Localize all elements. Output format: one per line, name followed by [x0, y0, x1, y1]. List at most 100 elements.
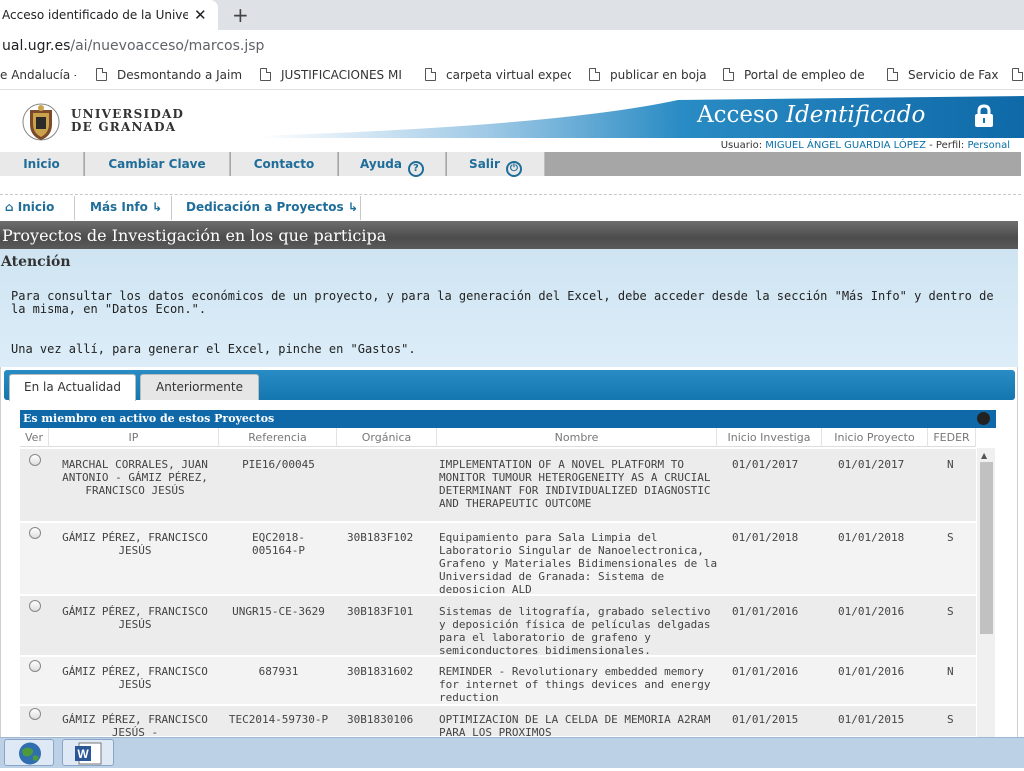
page-icon: [887, 68, 898, 81]
cell-nombre: OPTIMIZACION DE LA CELDA DE MEMORIA A2RA…: [439, 713, 711, 737]
page-icon: [96, 68, 107, 81]
bookmark-item[interactable]: Desmontando a Jaime: [96, 68, 242, 82]
globe-icon[interactable]: [4, 739, 54, 766]
notice-text: Una vez allí, para generar el Excel, pin…: [11, 342, 416, 356]
address-bar[interactable]: ual.ugr.es/ai/nuevoacceso/marcos.jsp: [0, 30, 1024, 62]
cell-inicio-proyecto: 01/01/2016: [838, 605, 905, 618]
cell-referencia: PIE16/00045: [242, 458, 315, 471]
col-referencia[interactable]: Referencia: [219, 428, 337, 447]
url-path: /ai/nuevoacceso/marcos.jsp: [70, 38, 265, 54]
cell-feder: N: [947, 458, 954, 471]
col-organica[interactable]: Orgánica: [337, 428, 437, 447]
notice-heading: Atención: [1, 254, 71, 270]
cell-feder: S: [947, 605, 954, 618]
breadcrumb-mas-info[interactable]: Más Info ↳: [76, 196, 172, 220]
bookmark-item[interactable]: e Andalucía -: [0, 68, 76, 82]
cell-referencia: TEC2014-59730-P: [228, 713, 329, 726]
svg-text:W: W: [77, 747, 89, 761]
menu-ayuda[interactable]: Ayuda?: [339, 152, 446, 177]
home-icon: ⌂: [5, 200, 14, 214]
cell-inicio-investiga: 01/01/2015: [732, 713, 799, 726]
help-icon: ?: [407, 161, 424, 177]
page-header-title: Acceso Identificado: [697, 102, 926, 128]
bookmark-item[interactable]: carpeta virtual expedi: [425, 68, 571, 82]
scrollbar-thumb[interactable]: [980, 462, 993, 634]
return-arrow-icon: ↳: [347, 200, 358, 214]
close-tab-icon[interactable]: ✕: [194, 6, 207, 24]
menu-cambiar-clave[interactable]: Cambiar Clave: [85, 152, 230, 176]
cell-feder: S: [947, 713, 954, 726]
lock-icon: [975, 104, 993, 127]
menu-inicio[interactable]: Inicio: [0, 152, 84, 176]
cell-feder: N: [947, 665, 954, 678]
cell-nombre: REMINDER - Revolutionary embedded memory…: [439, 665, 711, 703]
col-feder[interactable]: FEDER: [928, 428, 976, 447]
url-domain: ual.ugr.es: [2, 38, 71, 54]
browser-tab[interactable]: Acceso identificado de la Universidad de…: [0, 0, 218, 30]
cell-ip: GÁMIZ PÉREZ, FRANCISCO JESÚS -: [62, 713, 208, 737]
col-nombre[interactable]: Nombre: [437, 428, 717, 447]
cell-referencia: UNGR15-CE-3629: [232, 605, 325, 618]
col-inicio-proyecto[interactable]: Inicio Proyecto: [822, 428, 928, 447]
bookmark-item[interactable]: JUSTIFICACIONES MI: [260, 68, 406, 82]
cell-ip: GÁMIZ PÉREZ, FRANCISCO JESÚS: [62, 665, 208, 691]
row-select-radio[interactable]: [29, 454, 41, 466]
new-tab-icon[interactable]: +: [232, 3, 249, 27]
browser-tab-title: Acceso identificado de la Universidad de…: [2, 8, 188, 22]
cell-ip: MARCHAL CORRALES, JUAN ANTONIO - GÁMIZ P…: [62, 458, 208, 497]
col-inicio-investiga[interactable]: Inicio Investiga: [717, 428, 822, 447]
row-select-radio[interactable]: [29, 660, 41, 672]
notice-text: Para consultar los datos económicos de u…: [11, 289, 994, 316]
breadcrumb-inicio[interactable]: ⌂ Inicio: [0, 196, 75, 220]
cell-inicio-proyecto: 01/01/2018: [838, 531, 905, 544]
word-icon[interactable]: W: [62, 739, 114, 766]
cell-inicio-investiga: 01/01/2018: [732, 531, 799, 544]
menu-contacto[interactable]: Contacto: [231, 152, 338, 176]
user-info: Usuario: MIGUEL ÁNGEL GUARDIA LÓPEZ - Pe…: [720, 140, 1010, 151]
bookmark-item[interactable]: [1012, 68, 1024, 82]
cell-organica: 30B183F102: [347, 531, 414, 544]
tab-anteriormente[interactable]: Anteriormente: [140, 374, 259, 400]
tab-en-la-actualidad[interactable]: En la Actualidad: [9, 374, 136, 401]
taskbar: [0, 737, 1024, 768]
cell-organica: 30B183F101: [347, 605, 414, 618]
cell-organica: 30B1831602: [347, 665, 414, 678]
col-ver[interactable]: Ver: [20, 428, 49, 447]
profile-value[interactable]: Personal: [967, 140, 1010, 151]
row-select-radio[interactable]: [29, 708, 41, 720]
scroll-up-icon[interactable]: ▲: [981, 451, 987, 460]
bookmark-item[interactable]: publicar en boja: [589, 68, 709, 82]
page-icon: [589, 68, 600, 81]
cell-feder: S: [947, 531, 954, 544]
university-name[interactable]: UNIVERSIDAD DE GRANADA: [71, 108, 184, 134]
cell-referencia: EQC2018-005164-P: [252, 531, 305, 557]
breadcrumb: ⌂ Inicio Más Info ↳ Dedicación a Proyect…: [0, 196, 361, 220]
section-title: Proyectos de Investigación en los que pa…: [2, 226, 387, 245]
return-arrow-icon: ↳: [152, 200, 163, 214]
top-menu: Inicio Cambiar Clave Contacto Ayuda? Sal…: [0, 152, 1021, 177]
power-icon: ⏻: [505, 161, 522, 177]
user-name[interactable]: MIGUEL ÁNGEL GUARDIA LÓPEZ: [765, 140, 926, 151]
cell-ip: GÁMIZ PÉREZ, FRANCISCO JESÚS: [62, 531, 208, 557]
page-icon: [1012, 68, 1023, 81]
cell-referencia: 687931: [258, 665, 299, 678]
page-icon: [260, 68, 271, 81]
bookmarks-bar: e Andalucía - Desmontando a Jaime JUSTIF…: [0, 62, 1024, 90]
breadcrumb-dedicacion[interactable]: Dedicación a Proyectos ↳: [173, 196, 361, 220]
cell-inicio-investiga: 01/01/2016: [732, 665, 799, 678]
row-select-radio[interactable]: [29, 527, 41, 539]
col-ip[interactable]: IP: [49, 428, 219, 447]
row-select-radio[interactable]: [29, 600, 41, 612]
cell-nombre: Sistemas de litografía, grabado selectiv…: [439, 605, 711, 655]
university-crest-icon[interactable]: [22, 102, 60, 142]
cell-inicio-investiga: 01/01/2017: [732, 458, 799, 471]
bookmark-item[interactable]: Portal de empleo de: [723, 68, 868, 82]
cell-organica: 30B1830106: [347, 713, 414, 726]
bookmark-item[interactable]: Servicio de Fax: [887, 68, 999, 82]
cell-nombre: IMPLEMENTATION OF A NOVEL PLATFORM TO MO…: [439, 458, 711, 510]
cell-inicio-proyecto: 01/01/2017: [838, 458, 905, 471]
menu-salir[interactable]: Salir ⏻: [447, 152, 545, 177]
page-icon: [723, 68, 734, 81]
cell-inicio-proyecto: 01/01/2016: [838, 665, 905, 678]
collapse-icon[interactable]: [977, 412, 990, 425]
